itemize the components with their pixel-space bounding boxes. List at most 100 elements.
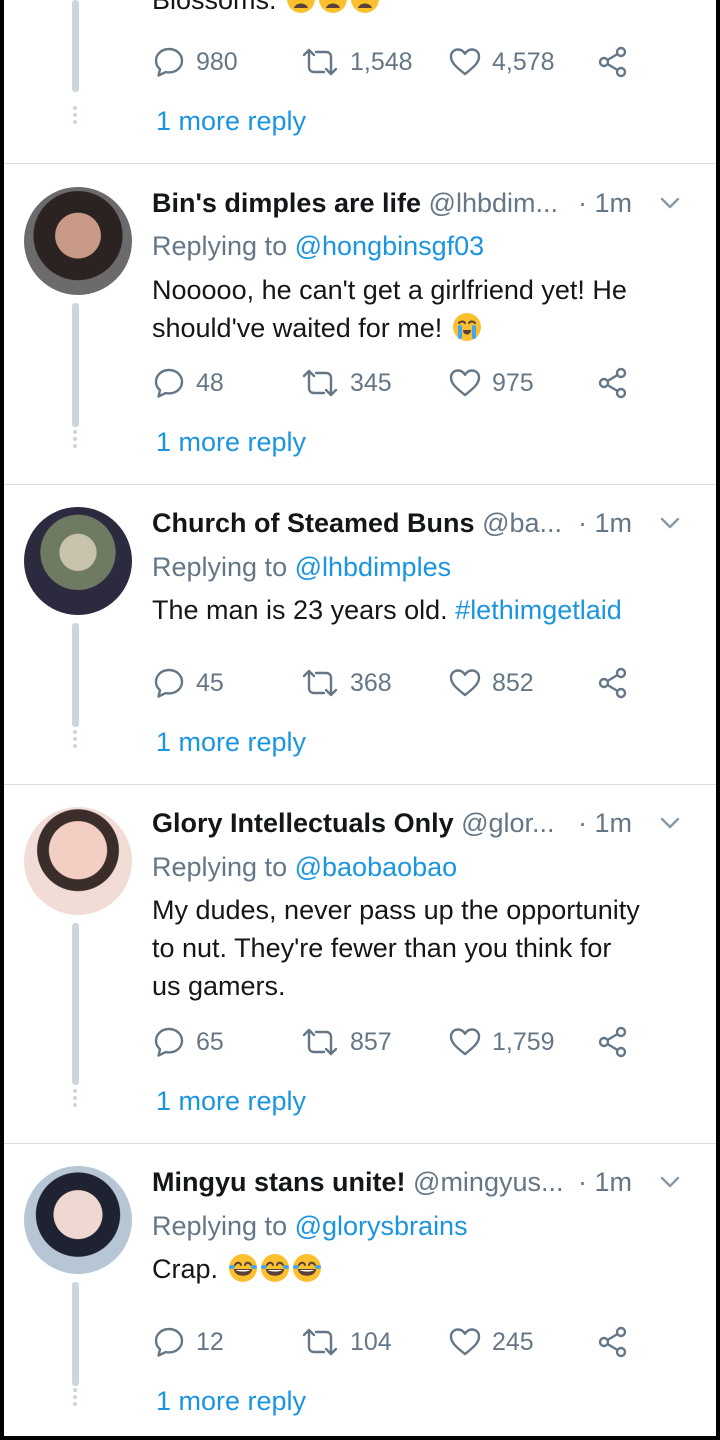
emoji-tears-of-joy (228, 1253, 258, 1283)
more-reply-link[interactable]: 1 more reply (156, 1081, 306, 1121)
avatar[interactable] (24, 1166, 132, 1274)
tweet-header: Glory Intellectuals Only @glor... · 1m (152, 803, 696, 843)
display-name[interactable]: Glory Intellectuals Only (152, 808, 454, 838)
like-button[interactable]: 975 (448, 363, 534, 403)
username[interactable]: @glor... (461, 808, 554, 838)
emoji-tears-of-joy (260, 1253, 290, 1283)
tweet[interactable]: Glory Intellectuals Only @glor... · 1m R… (4, 803, 716, 1143)
timestamp[interactable]: · 1m (578, 1162, 632, 1202)
reply-icon (152, 45, 186, 79)
display-name[interactable]: Mingyu stans unite! (152, 1167, 406, 1197)
retweet-icon (300, 366, 340, 400)
like-icon (448, 666, 482, 700)
retweet-icon (300, 1025, 340, 1059)
tweet[interactable]: Bin's dimples are life @lhbdim... · 1m R… (4, 183, 716, 483)
like-count: 852 (492, 669, 534, 697)
tweet[interactable]: Church of Steamed Buns @ba... · 1m Reply… (4, 503, 716, 783)
replying-to: Replying to @baobaobao (152, 847, 457, 887)
share-icon (596, 366, 630, 400)
reply-button[interactable]: 12 (152, 1322, 224, 1362)
thread-dots (73, 430, 77, 451)
thread-dots (73, 730, 77, 751)
tweet-text-line: Nooooo, he can't get a girlfriend yet! H… (152, 275, 627, 305)
like-icon (448, 45, 482, 79)
replying-to: Replying to @hongbinsgf03 (152, 226, 484, 266)
divider (4, 1143, 716, 1144)
more-reply-link[interactable]: 1 more reply (156, 422, 306, 462)
like-button[interactable]: 1,759 (448, 1022, 555, 1062)
thread-line (72, 623, 79, 727)
more-reply-link[interactable]: 1 more reply (156, 722, 306, 762)
share-button[interactable] (596, 42, 640, 82)
retweet-button[interactable]: 104 (300, 1322, 392, 1362)
mention-link[interactable]: @lhbdimples (295, 552, 451, 582)
tweet[interactable]: Mingyu stans unite! @mingyus... · 1m Rep… (4, 1162, 716, 1436)
share-button[interactable] (596, 1322, 640, 1362)
chevron-down-icon[interactable] (658, 511, 682, 535)
username[interactable]: @mingyus... (413, 1167, 563, 1197)
reply-count: 48 (196, 369, 224, 397)
avatar[interactable] (24, 807, 132, 915)
mention-link[interactable]: @glorysbrains (295, 1211, 468, 1241)
display-name[interactable]: Bin's dimples are life (152, 188, 421, 218)
share-button[interactable] (596, 363, 640, 403)
share-button[interactable] (596, 1022, 640, 1062)
tweet-text-fragment: Blossoms. (152, 0, 277, 15)
retweet-icon (300, 1325, 340, 1359)
tweet-header: Mingyu stans unite! @mingyus... · 1m (152, 1162, 696, 1202)
reply-icon (152, 666, 186, 700)
chevron-down-icon[interactable] (658, 191, 682, 215)
retweet-button[interactable]: 857 (300, 1022, 392, 1062)
reply-button[interactable]: 65 (152, 1022, 224, 1062)
replying-to: Replying to @lhbdimples (152, 547, 451, 587)
share-button[interactable] (596, 663, 640, 703)
retweet-button[interactable]: 1,548 (300, 42, 413, 82)
display-name[interactable]: Church of Steamed Buns (152, 508, 475, 538)
reply-button[interactable]: 45 (152, 663, 224, 703)
more-reply-link[interactable]: 1 more reply (156, 1381, 306, 1421)
timestamp[interactable]: · 1m (578, 183, 632, 223)
conversation-thread: Blossoms. 980 1,548 4,578 1 more reply B… (4, 0, 716, 1436)
timestamp[interactable]: · 1m (578, 503, 632, 543)
retweet-button[interactable]: 368 (300, 663, 392, 703)
like-count: 1,759 (492, 1028, 555, 1056)
emoji-weary (350, 0, 380, 14)
thread-line (72, 923, 79, 1085)
reply-count: 65 (196, 1028, 224, 1056)
reply-count: 45 (196, 669, 224, 697)
retweet-count: 368 (350, 669, 392, 697)
hashtag-link[interactable]: #lethimgetlaid (455, 595, 622, 625)
divider (4, 484, 716, 485)
reply-count: 12 (196, 1328, 224, 1356)
thread-dots (73, 106, 77, 127)
reply-button[interactable]: 48 (152, 363, 224, 403)
username[interactable]: @ba... (482, 508, 562, 538)
like-button[interactable]: 4,578 (448, 42, 555, 82)
tweet-partial[interactable]: Blossoms. 980 1,548 4,578 1 more reply (4, 0, 716, 163)
replying-prefix: Replying to (152, 1211, 288, 1241)
thread-dots (73, 1388, 77, 1409)
timestamp[interactable]: · 1m (578, 803, 632, 843)
avatar[interactable] (24, 187, 132, 295)
emoji-tears-of-joy (292, 1253, 322, 1283)
like-count: 245 (492, 1328, 534, 1356)
avatar[interactable] (24, 507, 132, 615)
mention-link[interactable]: @baobaobao (295, 852, 458, 882)
retweet-button[interactable]: 345 (300, 363, 392, 403)
like-button[interactable]: 245 (448, 1322, 534, 1362)
tweet-text-line: My dudes, never pass up the opportunity (152, 895, 640, 925)
username[interactable]: @lhbdim... (429, 188, 558, 218)
share-icon (596, 666, 630, 700)
mention-link[interactable]: @hongbinsgf03 (295, 231, 485, 261)
emoji-weary (286, 0, 316, 14)
like-button[interactable]: 852 (448, 663, 534, 703)
retweet-count: 104 (350, 1328, 392, 1356)
reply-button[interactable]: 980 (152, 42, 238, 82)
chevron-down-icon[interactable] (658, 811, 682, 835)
more-reply-link[interactable]: 1 more reply (156, 101, 306, 141)
tweet-header: Church of Steamed Buns @ba... · 1m (152, 503, 696, 543)
thread-line (72, 1282, 79, 1386)
share-icon (596, 1025, 630, 1059)
chevron-down-icon[interactable] (658, 1170, 682, 1194)
tweet-text: My dudes, never pass up the opportunity … (152, 891, 702, 1005)
